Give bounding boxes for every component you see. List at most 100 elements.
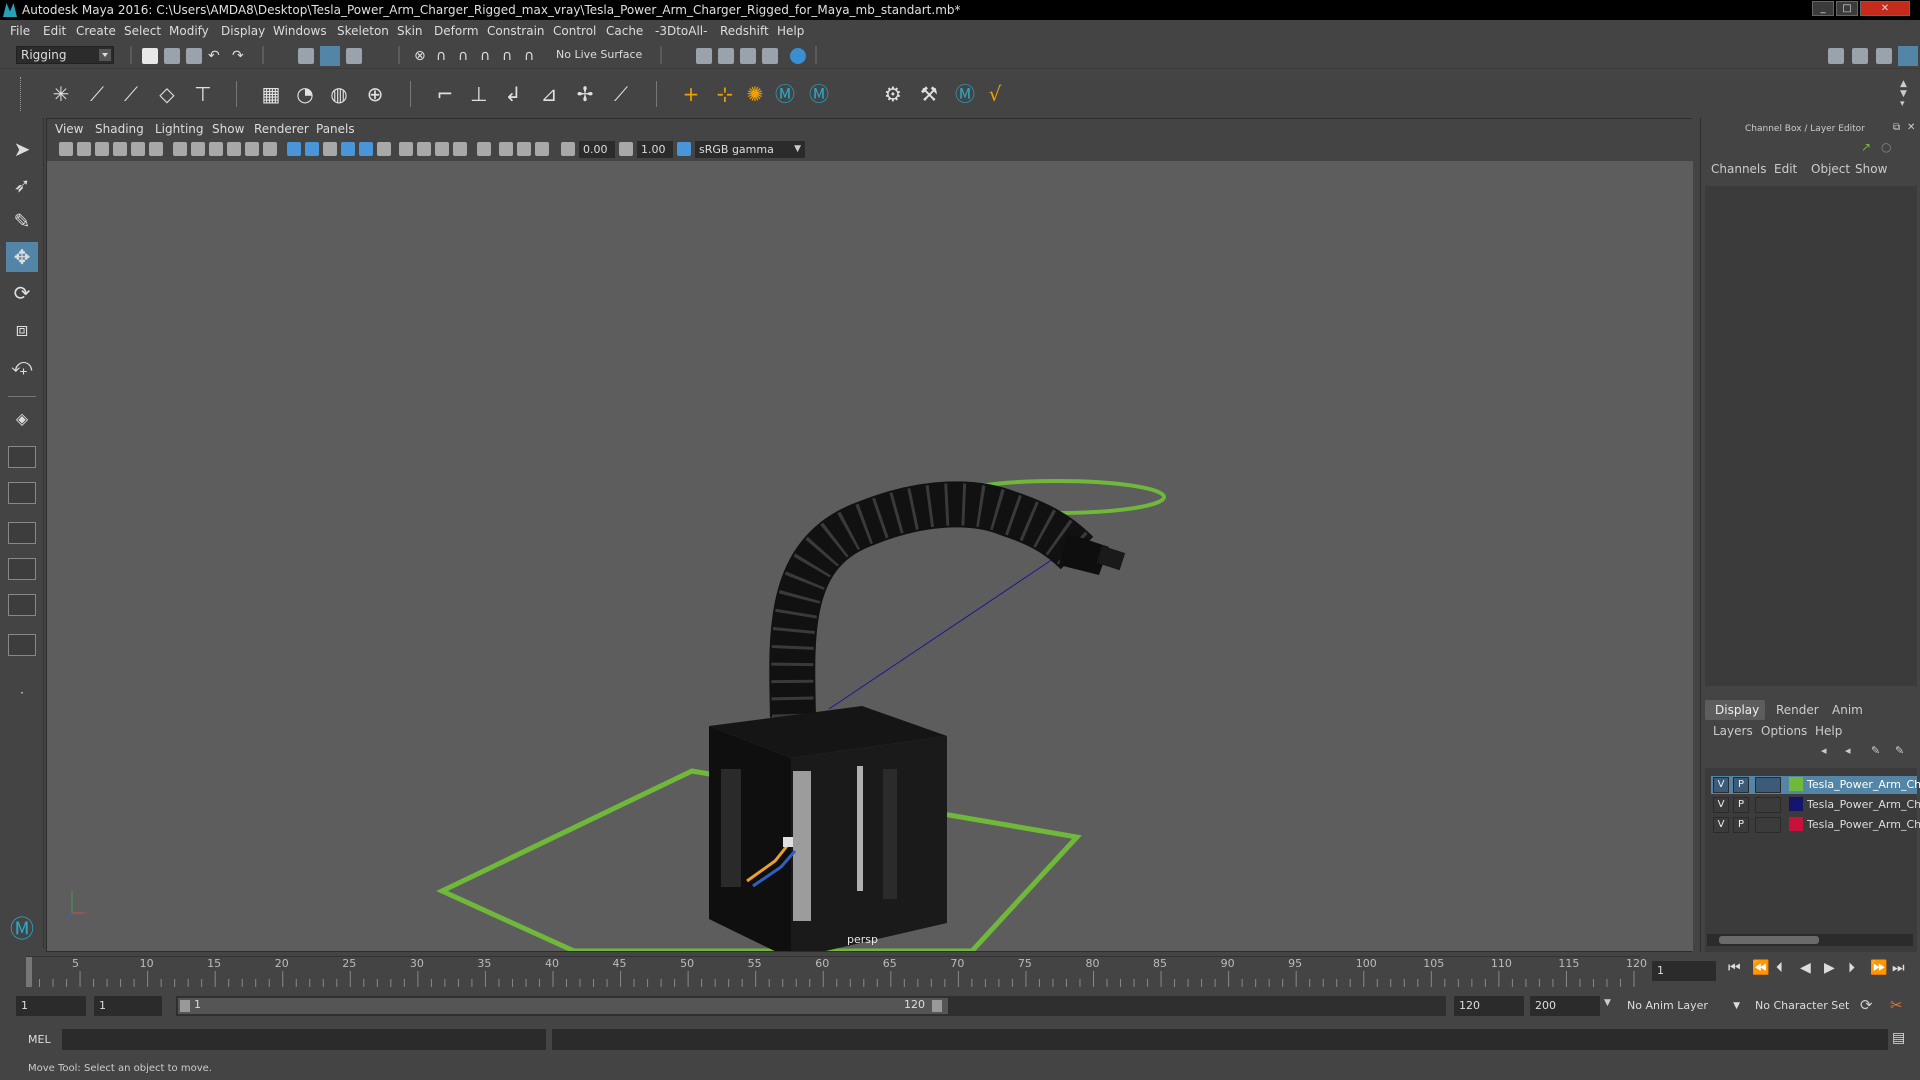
bind-skin-icon[interactable]: ▦ [258,81,284,107]
tool-settings-icon[interactable] [1876,48,1892,64]
2d-pan-zoom-icon[interactable] [131,142,145,156]
smooth-shade-icon[interactable] [305,142,319,156]
layer-color-swatch[interactable] [1789,797,1803,811]
wireframe-icon[interactable] [287,142,301,156]
safe-action-icon[interactable] [263,142,277,156]
layer-color-swatch[interactable] [1789,817,1803,831]
make-live-icon[interactable]: ∩ [524,48,540,64]
camera-attributes-icon[interactable] [77,142,91,156]
shadows-icon[interactable] [377,142,391,156]
gamma-field[interactable]: 1.00 [637,141,673,158]
save-scene-icon[interactable] [186,48,202,64]
layer-display-type[interactable] [1755,797,1781,813]
move-layer-up-icon[interactable]: ◂ [1821,744,1827,757]
point-on-curve-icon[interactable]: ⊹ [712,81,738,107]
options-menu[interactable]: Options [1761,724,1807,738]
close-panel-icon[interactable]: ✕ [1907,122,1915,133]
close-icon[interactable]: ✕ [1860,1,1910,16]
motion-blur-icon[interactable] [417,142,431,156]
base-box-side[interactable] [791,736,947,951]
image-plane-icon[interactable] [113,142,127,156]
grid-icon[interactable] [173,142,187,156]
attribute-editor-icon[interactable] [1852,48,1868,64]
snap-grid-icon[interactable]: ⊗ [414,48,430,64]
select-component-icon[interactable] [346,48,362,64]
3dtoall-import-icon[interactable]: Ⓜ [952,81,978,107]
xray-joints-icon[interactable] [517,142,531,156]
go-to-end-icon[interactable]: ⏭ [1892,960,1905,976]
go-to-start-icon[interactable]: ⏮ [1728,960,1741,976]
chevron-down-icon[interactable]: ▼ [1604,998,1611,1008]
color-space-dropdown[interactable]: sRGB gamma ▼ [695,141,805,158]
persp-graph-layout-icon[interactable] [8,522,36,544]
shelf-scroll-icon[interactable]: ▲ ▼ ▾ [1900,79,1912,109]
render-tab[interactable]: Render [1776,703,1819,717]
layer-row[interactable]: V P Tesla_Power_Arm_Char [1711,816,1920,834]
menu-create[interactable]: Create [76,24,116,38]
four-view-layout-icon[interactable] [8,446,36,468]
menu-file[interactable]: File [10,24,30,38]
snap-surface-icon[interactable]: ∩ [502,48,518,64]
select-camera-icon[interactable] [59,142,73,156]
persp-outliner-layout-icon[interactable] [8,482,36,504]
layer-list-scrollbar[interactable] [1707,934,1913,946]
redo-icon[interactable]: ↷ [232,48,248,64]
single-perspective-layout-icon[interactable]: ◈ [6,404,38,434]
minimize-icon[interactable]: _ [1812,1,1834,16]
edit-tab[interactable]: Edit [1774,162,1797,176]
move-tool-icon[interactable]: ✥ [6,242,38,272]
custom-layout-icon[interactable] [8,634,36,656]
menu-windows[interactable]: Windows [273,24,327,38]
layers-menu[interactable]: Layers [1713,724,1753,738]
paint-select-tool-icon[interactable]: ✎ [6,206,38,236]
channel-box-toggle-icon[interactable]: ↗ [1861,140,1871,154]
range-track[interactable]: 1 120 [176,996,1446,1016]
range-start-handle[interactable] [180,1000,190,1012]
ik-handle-icon[interactable]: ⟋ [84,81,110,107]
anti-aliasing-icon[interactable] [435,142,449,156]
snap-view-plane-icon[interactable]: ∩ [480,48,496,64]
point-constraint-icon[interactable]: ⊥ [466,81,492,107]
3dtoall-logo-icon[interactable]: Ⓜ [6,914,38,944]
blend-shape-icon[interactable]: ⚙ [880,81,906,107]
backface-culling-icon[interactable] [535,142,549,156]
playback-start-field[interactable]: 1 [94,996,162,1016]
command-input[interactable] [62,1029,546,1050]
current-time-marker[interactable] [26,957,32,987]
menu-constrain[interactable]: Constrain [487,24,545,38]
menu-skin[interactable]: Skin [397,24,423,38]
pole-vector-icon[interactable]: ⟋ [608,81,634,107]
anim-layer-dropdown[interactable]: No Anim Layer ▼ [1622,996,1742,1016]
aim-constraint-icon[interactable]: ✢ [572,81,598,107]
panel-menu-renderer[interactable]: Renderer [254,122,309,136]
select-tool-icon[interactable]: ➤ [6,134,38,164]
use-all-lights-icon[interactable] [359,142,373,156]
menuset-dropdown[interactable]: Rigging [16,46,114,64]
play-forwards-icon[interactable]: ▶ [1824,960,1835,976]
menu-control[interactable]: Control [553,24,596,38]
menu-skeleton[interactable]: Skeleton [337,24,389,38]
layer-visibility-toggle[interactable]: V [1713,797,1729,813]
shelf-handle[interactable] [20,77,30,111]
animation-preferences-icon[interactable]: ✂ [1890,996,1903,1014]
bookmarks-icon[interactable] [95,142,109,156]
menu-help[interactable]: Help [777,24,804,38]
layer-editor-toggle-icon[interactable]: ○ [1881,140,1891,154]
sculpt-deformer-icon[interactable]: ✺ [742,81,768,107]
animation-end-field[interactable]: 200 [1530,996,1600,1016]
panel-menu-panels[interactable]: Panels [316,122,355,136]
channel-box-toggle-icon[interactable] [1898,46,1918,66]
lasso-tool-icon[interactable]: ➶ [6,170,38,200]
film-gate-icon[interactable] [191,142,205,156]
modeling-toolkit-icon[interactable] [1828,48,1844,64]
new-layer-from-selection-icon[interactable]: ✎ [1895,744,1904,757]
play-backwards-icon[interactable]: ◀ [1800,960,1811,976]
scale-constraint-icon[interactable]: ⊿ [536,81,562,107]
display-tab[interactable]: Display [1705,700,1765,720]
panel-menu-show[interactable]: Show [212,122,244,136]
step-back-frame-icon[interactable]: ⏴ [1776,960,1783,976]
playback-end-field[interactable]: 120 [1454,996,1524,1016]
new-scene-icon[interactable] [142,48,158,64]
power-arm-cable[interactable] [769,481,1094,718]
gate-mask-icon[interactable] [227,142,241,156]
